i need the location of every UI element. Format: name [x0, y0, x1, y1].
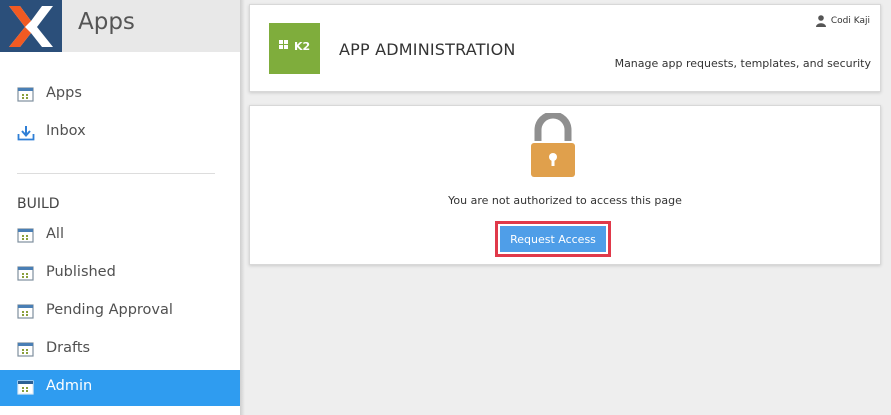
app-window-icon [17, 87, 34, 102]
sidebar-item-label: All [46, 226, 64, 242]
app-window-icon [17, 380, 34, 395]
sidebar-item-inbox[interactable]: Inbox [0, 115, 240, 151]
sidebar-item-apps[interactable]: Apps [0, 77, 240, 113]
app-logo[interactable] [0, 0, 62, 52]
sidebar-item-admin[interactable]: Admin [0, 370, 240, 406]
sidebar-item-pending-approval[interactable]: Pending Approval [0, 294, 240, 330]
sidebar-item-label: Drafts [46, 340, 91, 356]
user-name: Codi Kaji [830, 16, 870, 26]
x-logo-icon [9, 6, 53, 47]
lock-icon [531, 113, 575, 177]
user-icon [815, 15, 826, 27]
sidebar-item-drafts[interactable]: Drafts [0, 332, 240, 368]
sidebar-item-label: Admin [46, 378, 93, 394]
sidebar-shadow [240, 0, 245, 415]
user-menu[interactable]: Codi Kaji [815, 15, 870, 27]
sidebar: Apps Apps Inbox BUILD All Published Pend… [0, 0, 240, 415]
sidebar-item-label: Published [46, 264, 116, 280]
page-subtitle: Manage app requests, templates, and secu… [614, 57, 871, 70]
app-root: Apps Apps Inbox BUILD All Published Pend… [0, 0, 891, 415]
header-card: K2 APP ADMINISTRATION Codi Kaji Manage a… [249, 4, 881, 92]
sidebar-item-label: Pending Approval [46, 302, 173, 318]
unauthorized-message: You are not authorized to access this pa… [448, 194, 682, 207]
sidebar-divider [17, 173, 215, 174]
k2-logo: K2 [269, 23, 320, 74]
app-window-icon [17, 266, 34, 281]
app-window-icon [17, 342, 34, 357]
sidebar-item-published[interactable]: Published [0, 256, 240, 292]
page-title: APP ADMINISTRATION [339, 40, 516, 59]
k2-logo-text: K2 [294, 40, 311, 53]
sidebar-item-label: Apps [46, 85, 82, 101]
request-access-button[interactable]: Request Access [500, 226, 606, 252]
sidebar-header: Apps [62, 0, 240, 52]
request-access-highlight: Request Access [495, 221, 611, 257]
inbox-download-icon [17, 126, 35, 141]
sidebar-title: Apps [78, 9, 135, 35]
sidebar-item-label: Inbox [46, 123, 86, 139]
app-window-icon [17, 228, 34, 243]
app-window-icon [17, 304, 34, 319]
sidebar-item-all[interactable]: All [0, 218, 240, 254]
access-denied-card: You are not authorized to access this pa… [249, 105, 881, 265]
section-title-build: BUILD [17, 196, 60, 212]
